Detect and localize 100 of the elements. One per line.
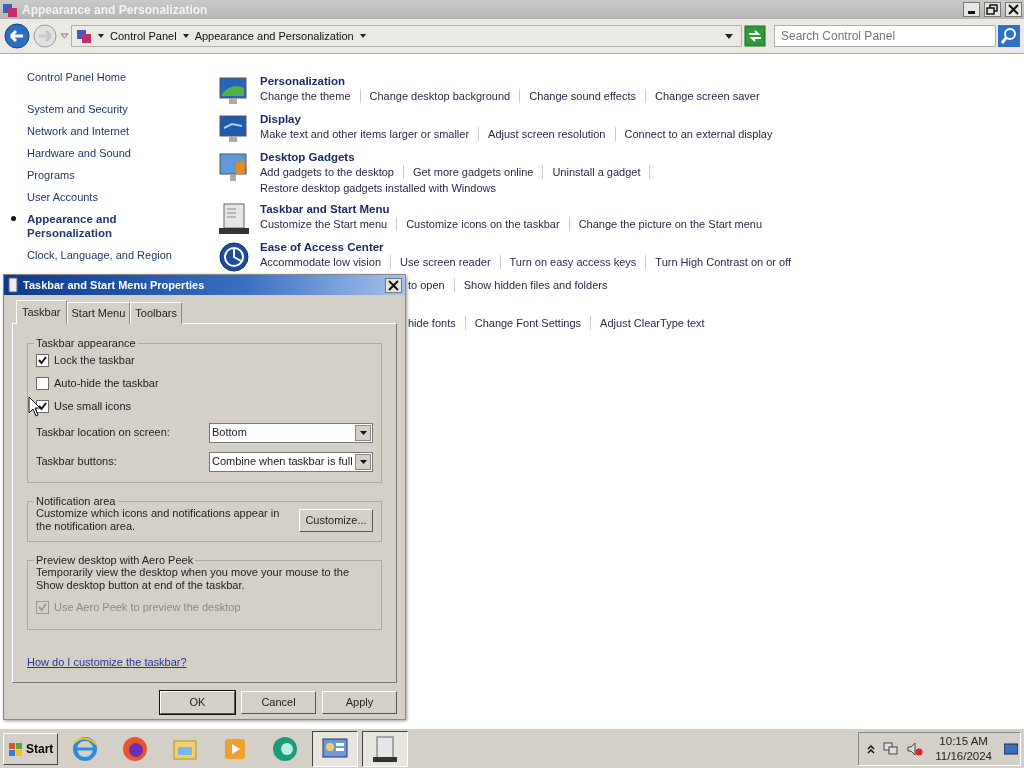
task-link[interactable]: Adjust ClearType text xyxy=(600,316,714,330)
sidebar-link[interactable]: Programs xyxy=(27,168,218,182)
task-link[interactable]: Change Font Settings xyxy=(474,316,592,330)
close-button[interactable] xyxy=(385,277,402,293)
window-title: Appearance and Personalization xyxy=(22,1,208,19)
task-link[interactable]: Add gadgets to the desktop xyxy=(260,165,404,179)
checkbox-label: Auto-hide the taskbar xyxy=(54,376,159,392)
dropdown-arrow-icon[interactable] xyxy=(359,430,367,435)
minimize-icon xyxy=(968,11,975,14)
dialog-button[interactable]: Cancel xyxy=(241,691,316,714)
breadcrumb-item[interactable]: Control Panel xyxy=(110,27,177,45)
dropdown-arrow-icon[interactable] xyxy=(359,459,367,464)
dropdown-arrow-icon[interactable] xyxy=(725,33,733,39)
sidebar-link[interactable]: Appearance and Personalization xyxy=(27,212,137,240)
back-button[interactable] xyxy=(4,23,30,49)
chevron-icon[interactable] xyxy=(182,34,189,38)
task-link[interactable]: Change sound effects xyxy=(529,89,646,103)
checkbox[interactable] xyxy=(36,377,49,390)
description-text: Customize which icons and notifications appear in the notification area. xyxy=(36,507,281,533)
tab[interactable]: Start Menu xyxy=(66,302,131,324)
chevron-icon[interactable] xyxy=(867,743,876,754)
taskbar-icon xyxy=(7,277,19,293)
help-link[interactable]: How do I customize the taskbar? xyxy=(27,656,187,668)
close-icon xyxy=(386,278,401,292)
checkbox-label: Use small icons xyxy=(54,399,132,415)
sidebar-link[interactable]: Network and Internet xyxy=(27,124,218,138)
dropdown-field[interactable]: Combine when taskbar is full xyxy=(209,451,373,472)
dialog-button[interactable]: OK xyxy=(160,691,235,714)
clock[interactable]: 10:15 AM 11/16/2024 xyxy=(931,733,996,764)
category-title[interactable]: Display xyxy=(260,112,791,127)
dialog-button[interactable]: Apply xyxy=(322,691,397,714)
checkbox-label: Lock the taskbar xyxy=(54,353,135,369)
task-link[interactable]: to open xyxy=(408,278,455,292)
windows-logo-icon xyxy=(8,740,24,757)
group-label: Taskbar appearance xyxy=(35,337,137,349)
category-title[interactable]: Ease of Access Center xyxy=(260,240,810,255)
task-link[interactable]: Adjust screen resolution xyxy=(488,127,616,141)
chevron-icon[interactable] xyxy=(359,34,366,38)
sidebar-link[interactable]: Hardware and Sound xyxy=(27,146,218,160)
task-link[interactable]: hide fonts xyxy=(408,316,466,330)
checkbox[interactable] xyxy=(36,354,49,367)
task-link[interactable]: Change the picture on the Start menu xyxy=(578,217,772,231)
sidebar-link[interactable]: User Accounts xyxy=(27,190,218,204)
sidebar-link[interactable]: Control Panel Home xyxy=(27,70,218,84)
history-dropdown-icon[interactable] xyxy=(60,32,69,40)
close-button[interactable] xyxy=(1005,2,1022,17)
group-label: Notification area xyxy=(35,495,117,507)
taskbar-app-button[interactable] xyxy=(362,730,409,767)
sidebar-link[interactable]: System and Security xyxy=(27,102,218,116)
customize-button[interactable]: Customize... xyxy=(299,508,373,532)
description-text: Temporarily view the desktop when you move your mouse to the Show desktop button at end of the taskbar. xyxy=(36,566,351,592)
sidebar-link[interactable]: Clock, Language, and Region xyxy=(27,248,218,262)
control-panel-icon xyxy=(76,28,92,44)
task-link[interactable]: Show hidden files and folders xyxy=(463,278,617,292)
task-link[interactable]: Customize icons on the taskbar xyxy=(406,217,570,231)
restore-button[interactable] xyxy=(984,2,1001,17)
task-link[interactable]: Restore desktop gadgets installed with Windows xyxy=(260,181,505,195)
network-icon[interactable] xyxy=(883,740,900,757)
field-label: Taskbar location on screen: xyxy=(36,425,170,441)
task-link[interactable]: Connect to an external display xyxy=(624,127,782,141)
field-label: Taskbar buttons: xyxy=(36,454,117,470)
group-label: Preview desktop with Aero Peek xyxy=(35,554,195,566)
checkbox-label: Use Aero Peek to preview the desktop xyxy=(54,600,241,616)
task-link[interactable]: Get more gadgets online xyxy=(412,165,544,179)
task-link[interactable]: Change screen saver xyxy=(655,89,769,103)
breadcrumb-item[interactable]: Appearance and Personalization xyxy=(194,27,354,45)
dialog-title: Taskbar and Start Menu Properties xyxy=(23,277,205,293)
task-link[interactable]: Turn on easy access keys xyxy=(509,255,647,269)
start-button[interactable]: Start xyxy=(3,732,59,765)
task-link[interactable]: Customize the Start menu xyxy=(260,217,398,231)
chat-icon xyxy=(271,734,300,763)
task-link[interactable]: Make text and other items larger or smaller xyxy=(260,127,480,141)
task-link[interactable]: Change desktop background xyxy=(369,89,521,103)
task-link[interactable]: Accommodate low vision xyxy=(260,255,392,269)
minimize-button[interactable] xyxy=(963,2,980,17)
taskbar-app-button[interactable] xyxy=(312,730,359,767)
taskbar-icon xyxy=(218,202,250,236)
cursor-icon xyxy=(28,396,42,418)
search-icon[interactable] xyxy=(998,25,1020,47)
browser-icon xyxy=(121,734,150,763)
tab[interactable]: Taskbar xyxy=(16,300,67,324)
task-link[interactable]: Change the theme xyxy=(260,89,361,103)
task-link[interactable]: Turn High Contrast on or off xyxy=(655,255,801,269)
bullet-icon xyxy=(11,216,16,221)
show-desktop-icon[interactable] xyxy=(1004,742,1018,755)
tab[interactable]: Toolbars xyxy=(130,302,182,324)
chevron-icon[interactable] xyxy=(98,34,104,38)
dropdown-field[interactable]: Bottom xyxy=(209,422,373,443)
task-link[interactable]: Use screen reader xyxy=(400,255,501,269)
refresh-button[interactable] xyxy=(744,25,766,47)
volume-muted-icon[interactable] xyxy=(907,740,924,757)
control-panel-icon xyxy=(2,1,18,18)
close-icon xyxy=(1006,3,1021,16)
category-title[interactable]: Personalization xyxy=(260,74,778,89)
task-link[interactable]: Uninstall a gadget xyxy=(552,165,651,179)
category-title[interactable]: Desktop Gadgets xyxy=(260,150,850,165)
search-field[interactable]: Search Control Panel xyxy=(774,25,996,47)
accessibility-icon xyxy=(218,240,250,274)
category-title[interactable]: Taskbar and Start Menu xyxy=(260,202,781,217)
restore-icon xyxy=(985,3,1000,16)
